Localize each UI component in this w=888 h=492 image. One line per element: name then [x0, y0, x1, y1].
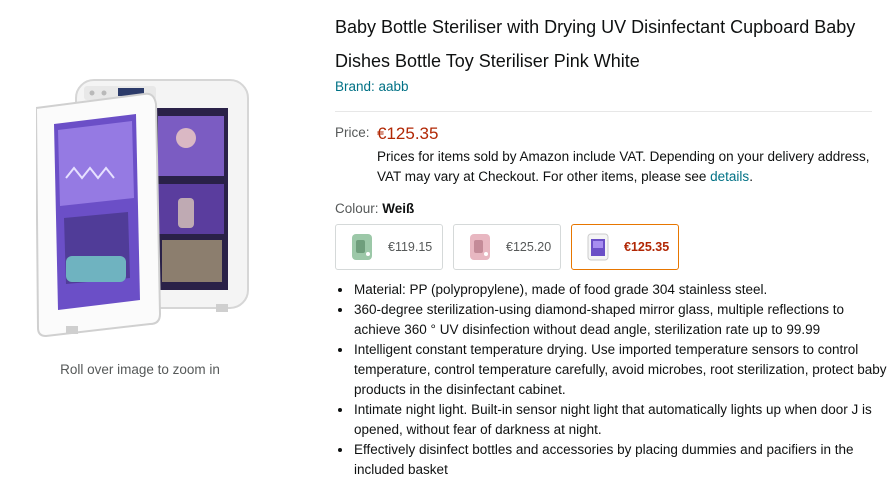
price-label: Price:: [335, 125, 370, 140]
green-steriliser-thumbnail: [352, 234, 372, 260]
swatch-pink[interactable]: €125.20: [453, 224, 561, 270]
zoom-hint: Roll over image to zoom in: [60, 362, 220, 377]
feature-item: Effectively disinfect bottles and access…: [353, 440, 888, 480]
swatch-green[interactable]: €119.15: [335, 224, 443, 270]
feature-item: 360-degree sterilization-using diamond-s…: [353, 300, 888, 340]
feature-bullets: Material: PP (polypropylene), made of fo…: [335, 280, 888, 480]
details-link[interactable]: details: [710, 169, 749, 184]
swatch-price: €119.15: [388, 240, 433, 254]
feature-item: Intelligent constant temperature drying.…: [353, 340, 888, 400]
vat-note-text: Prices for items sold by Amazon include …: [377, 149, 870, 184]
brand-link[interactable]: Brand: aabb: [335, 79, 880, 94]
product-image[interactable]: [36, 78, 252, 340]
swatch-price: €125.35: [624, 240, 670, 254]
colour-swatches: €119.15 €125.20 €125.35: [335, 224, 880, 270]
vat-note-end: .: [749, 169, 753, 184]
divider: [335, 111, 872, 112]
feature-item: Intimate night light. Built-in sensor ni…: [353, 400, 888, 440]
white-steriliser-thumbnail: [587, 233, 609, 261]
price-value: €125.35: [377, 124, 439, 143]
colour-label: Colour:: [335, 201, 379, 216]
product-title: Baby Bottle Steriliser with Drying UV Di…: [335, 17, 856, 71]
colour-selected-value: Weiß: [382, 201, 415, 216]
swatch-white[interactable]: €125.35: [571, 224, 679, 270]
product-details: Baby Bottle Steriliser with Drying UV Di…: [335, 0, 887, 480]
feature-item: Material: PP (polypropylene), made of fo…: [353, 280, 888, 300]
colour-label-row: Colour: Weiß: [335, 201, 880, 216]
swatch-price: €125.20: [506, 240, 552, 254]
vat-note: Prices for items sold by Amazon include …: [377, 147, 877, 187]
pink-steriliser-thumbnail: [470, 234, 490, 260]
image-block: Roll over image to zoom in: [0, 0, 290, 492]
price-section: Price: €125.35 Prices for items sold by …: [335, 124, 880, 188]
